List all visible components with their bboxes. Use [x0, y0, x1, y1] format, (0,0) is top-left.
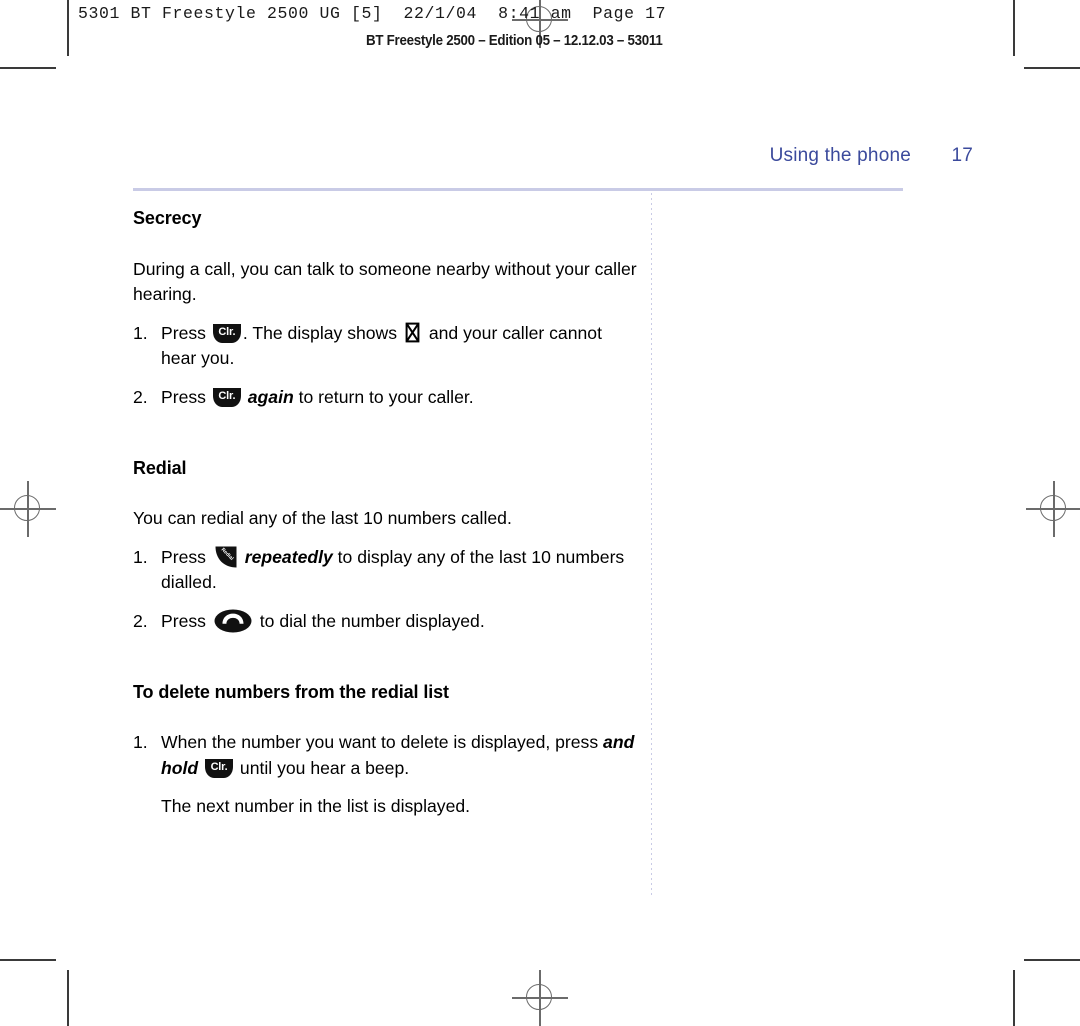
delete-step-1: 1. When the number you want to delete is … [133, 730, 638, 781]
step-text-before: When the number you want to delete is di… [161, 732, 604, 753]
manual-page: Using the phone 17 Secrecy During a call,… [0, 0, 1080, 1026]
page-number: 17 [951, 145, 973, 166]
redial-step-1: 1. Press Redial repeatedly to display any… [133, 545, 638, 596]
secrecy-step-2: 2. Press Clr. again to return to your cal… [133, 385, 638, 411]
step-text-before: Press [161, 546, 211, 567]
running-head-chapter: Using the phone [769, 145, 911, 166]
step-text-before: Press [161, 610, 211, 631]
step-emphasis: repeatedly [244, 546, 333, 567]
clr-key-label: Clr. [218, 389, 236, 402]
running-head: Using the phone 17 [133, 145, 973, 167]
step-text-middle: . The display shows [242, 322, 402, 343]
step-text-after: to return to your caller. [293, 386, 474, 407]
secrecy-intro-paragraph: During a call, you can talk to someone n… [133, 258, 637, 305]
header-rule [133, 188, 903, 191]
dial-handset-key-icon [214, 609, 252, 633]
clr-key-label: Clr. [210, 760, 228, 773]
column-divider-dotted-rule [651, 193, 652, 896]
step-text-before: Press [161, 386, 211, 407]
list-number: 1. [133, 546, 148, 567]
clr-key-icon: Clr. [205, 758, 234, 778]
clr-key-icon: Clr. [212, 387, 241, 407]
clr-key-label: Clr. [218, 325, 236, 338]
body-column: Secrecy During a call, you can talk to s… [133, 206, 638, 820]
step-emphasis: again [247, 386, 294, 407]
section-heading-secrecy: Secrecy [133, 208, 202, 228]
redial-intro-paragraph: You can redial any of the last 10 number… [133, 508, 512, 529]
list-number: 2. [133, 386, 148, 407]
secrecy-step-1: 1. Press Clr.. The display shows and your… [133, 321, 638, 372]
section-heading-delete-redial-numbers: To delete numbers from the redial list [133, 681, 449, 702]
step-text-before: Press [161, 322, 211, 343]
list-number: 1. [133, 732, 148, 753]
section-heading-redial: Redial [133, 457, 187, 478]
step-text-after: until you hear a beep. [235, 757, 410, 778]
clr-key-icon: Clr. [212, 323, 241, 343]
list-number: 2. [133, 610, 148, 631]
closing-text: The next number in the list is displayed… [161, 796, 471, 817]
delete-closing-paragraph: The next number in the list is displayed… [133, 794, 638, 820]
step-text-after: to dial the number displayed. [254, 610, 485, 631]
redial-key-icon: Redial [214, 545, 238, 569]
redial-step-2: 2. Press to dial the number displayed. [133, 609, 638, 635]
mute-symbol-icon [405, 322, 420, 343]
list-number: 1. [133, 322, 148, 343]
